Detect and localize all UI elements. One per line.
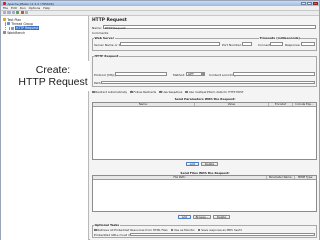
- timeouts-title: Timeouts (milliseconds): [259, 36, 301, 41]
- checkbox-label: Follow Redirects: [133, 90, 157, 94]
- connect-timeout-input[interactable]: [270, 42, 283, 46]
- port-input[interactable]: [242, 42, 252, 46]
- checkbox-label: Use KeepAlive: [162, 90, 183, 94]
- toolbar: [1, 10, 319, 16]
- tree-node-workbench[interactable]: WorkBench: [3, 31, 25, 36]
- column-mime-type[interactable]: MIME Type:: [295, 175, 316, 179]
- stop-icon[interactable]: [20, 10, 24, 15]
- files-table-header: File Path: Parameter Name: MIME Type:: [93, 175, 316, 180]
- keepalive-checkbox[interactable]: ✓ Use KeepAlive: [159, 90, 182, 94]
- response-label: Response:: [285, 42, 301, 47]
- protocol-label: Protocol [http]:: [94, 72, 117, 77]
- files-add-button[interactable]: Add: [178, 215, 191, 220]
- checkbox-label: Redirect Automatically: [95, 90, 128, 94]
- port-label: Port Number:: [222, 42, 242, 47]
- http-request-panel: HTTP Request Name: HTTP Request Comments…: [90, 16, 319, 240]
- method-value: GET: [187, 72, 194, 76]
- params-add-button[interactable]: Add: [186, 162, 199, 167]
- thread-group-icon: [7, 22, 11, 26]
- retrieve-resources-checkbox[interactable]: Retrieve All Embedded Resources from HTM…: [94, 228, 168, 232]
- chevron-down-icon: ▼: [201, 72, 204, 76]
- md5-checkbox[interactable]: Save response as MD5 hash?: [197, 228, 243, 232]
- method-select[interactable]: GET ▼: [186, 72, 205, 76]
- optional-tasks-row: Retrieve All Embedded Resources from HTM…: [94, 228, 242, 232]
- follow-redirects-checkbox[interactable]: ✓ Follow Redirects: [130, 90, 156, 94]
- checkbox-label: Use multipart/form-data for HTTP POST: [188, 90, 244, 94]
- clear-icon[interactable]: [24, 10, 29, 15]
- caption-line-1: Create:: [35, 64, 71, 76]
- column-include-equals[interactable]: Include Equ...: [293, 102, 316, 106]
- column-file-path[interactable]: File Path:: [93, 175, 268, 179]
- checkbox-box: [94, 228, 97, 232]
- checkbox-box: [185, 90, 188, 94]
- maximize-icon[interactable]: [307, 1, 312, 6]
- files-table[interactable]: File Path: Parameter Name: MIME Type:: [92, 175, 317, 212]
- redirect-checkbox[interactable]: Redirect Automatically: [92, 90, 127, 94]
- open-icon[interactable]: [7, 10, 11, 15]
- jmeter-feather-icon: [3, 2, 6, 5]
- menu-run[interactable]: Run: [20, 6, 26, 10]
- embedded-urls-input[interactable]: [130, 232, 315, 237]
- checkbox-label: Save response as MD5 hash?: [201, 228, 243, 232]
- test-plan-tree: Test Plan Thread Group HTTP Request Work…: [1, 16, 89, 240]
- path-input[interactable]: [101, 80, 315, 85]
- menu-help[interactable]: Help: [43, 6, 50, 10]
- response-timeout-input[interactable]: [301, 42, 315, 46]
- column-encode[interactable]: Encode?: [269, 102, 294, 106]
- column-value[interactable]: Value: [195, 102, 270, 106]
- jmeter-window: Apache JMeter (2.3.4 r785646) File Edit …: [0, 0, 320, 240]
- tree-node-label: WorkBench: [7, 30, 26, 35]
- minimize-icon[interactable]: [301, 1, 306, 6]
- new-icon[interactable]: [3, 10, 7, 15]
- column-parameter-name[interactable]: Parameter Name:: [267, 175, 296, 179]
- monitor-checkbox[interactable]: Use as Monitor: [170, 228, 195, 232]
- start-icon[interactable]: [16, 10, 20, 15]
- close-icon[interactable]: [313, 1, 318, 6]
- http-request-group-title: HTTP Request: [94, 54, 119, 59]
- server-label: Server Name or IP:: [94, 42, 123, 47]
- checkbox-label: Use as Monitor: [174, 228, 195, 232]
- column-name[interactable]: Name:: [93, 102, 195, 106]
- checkbox-label: Retrieve All Embedded Resources from HTM…: [97, 228, 168, 232]
- http-request-icon: [11, 26, 15, 30]
- menu-edit[interactable]: Edit: [11, 6, 17, 10]
- encoding-input[interactable]: [233, 72, 315, 76]
- protocol-input[interactable]: [115, 72, 167, 76]
- server-input[interactable]: [120, 42, 220, 46]
- create-caption: Create: HTTP Request: [14, 61, 92, 91]
- files-browse-button[interactable]: Browse...: [193, 215, 211, 220]
- web-server-title: Web Server: [94, 36, 115, 41]
- params-table-header: Name: Value Encode? Include Equ...: [93, 102, 316, 107]
- params-delete-button[interactable]: Delete: [201, 162, 218, 167]
- method-label: Method:: [173, 72, 186, 77]
- panel-title: HTTP Request: [92, 18, 127, 23]
- checkmark-icon: ✓: [159, 89, 162, 94]
- checkmark-icon: ✓: [130, 89, 133, 94]
- request-options: Redirect Automatically ✓ Follow Redirect…: [92, 90, 244, 94]
- name-field[interactable]: HTTP Request: [103, 25, 316, 30]
- name-value: HTTP Request: [104, 26, 126, 30]
- caption-line-2: HTTP Request: [18, 76, 88, 88]
- files-delete-button[interactable]: Delete: [213, 215, 230, 220]
- menu-options[interactable]: Options: [29, 6, 41, 10]
- test-plan-icon: [3, 18, 7, 22]
- save-icon[interactable]: [11, 10, 15, 15]
- params-table[interactable]: Name: Value Encode? Include Equ...: [92, 102, 317, 160]
- params-table-title: Send Parameters With the Request:: [174, 97, 236, 101]
- menu-file[interactable]: File: [3, 6, 8, 10]
- comments-label: Comments: [92, 31, 109, 35]
- multipart-checkbox[interactable]: Use multipart/form-data for HTTP POST: [185, 90, 244, 94]
- workbench-icon: [3, 31, 7, 35]
- name-label: Name:: [92, 25, 102, 30]
- checkbox-box: [92, 90, 95, 94]
- checkbox-box: [170, 228, 174, 232]
- checkbox-box: [197, 228, 201, 232]
- optional-tasks-title: Optional Tasks: [94, 223, 120, 228]
